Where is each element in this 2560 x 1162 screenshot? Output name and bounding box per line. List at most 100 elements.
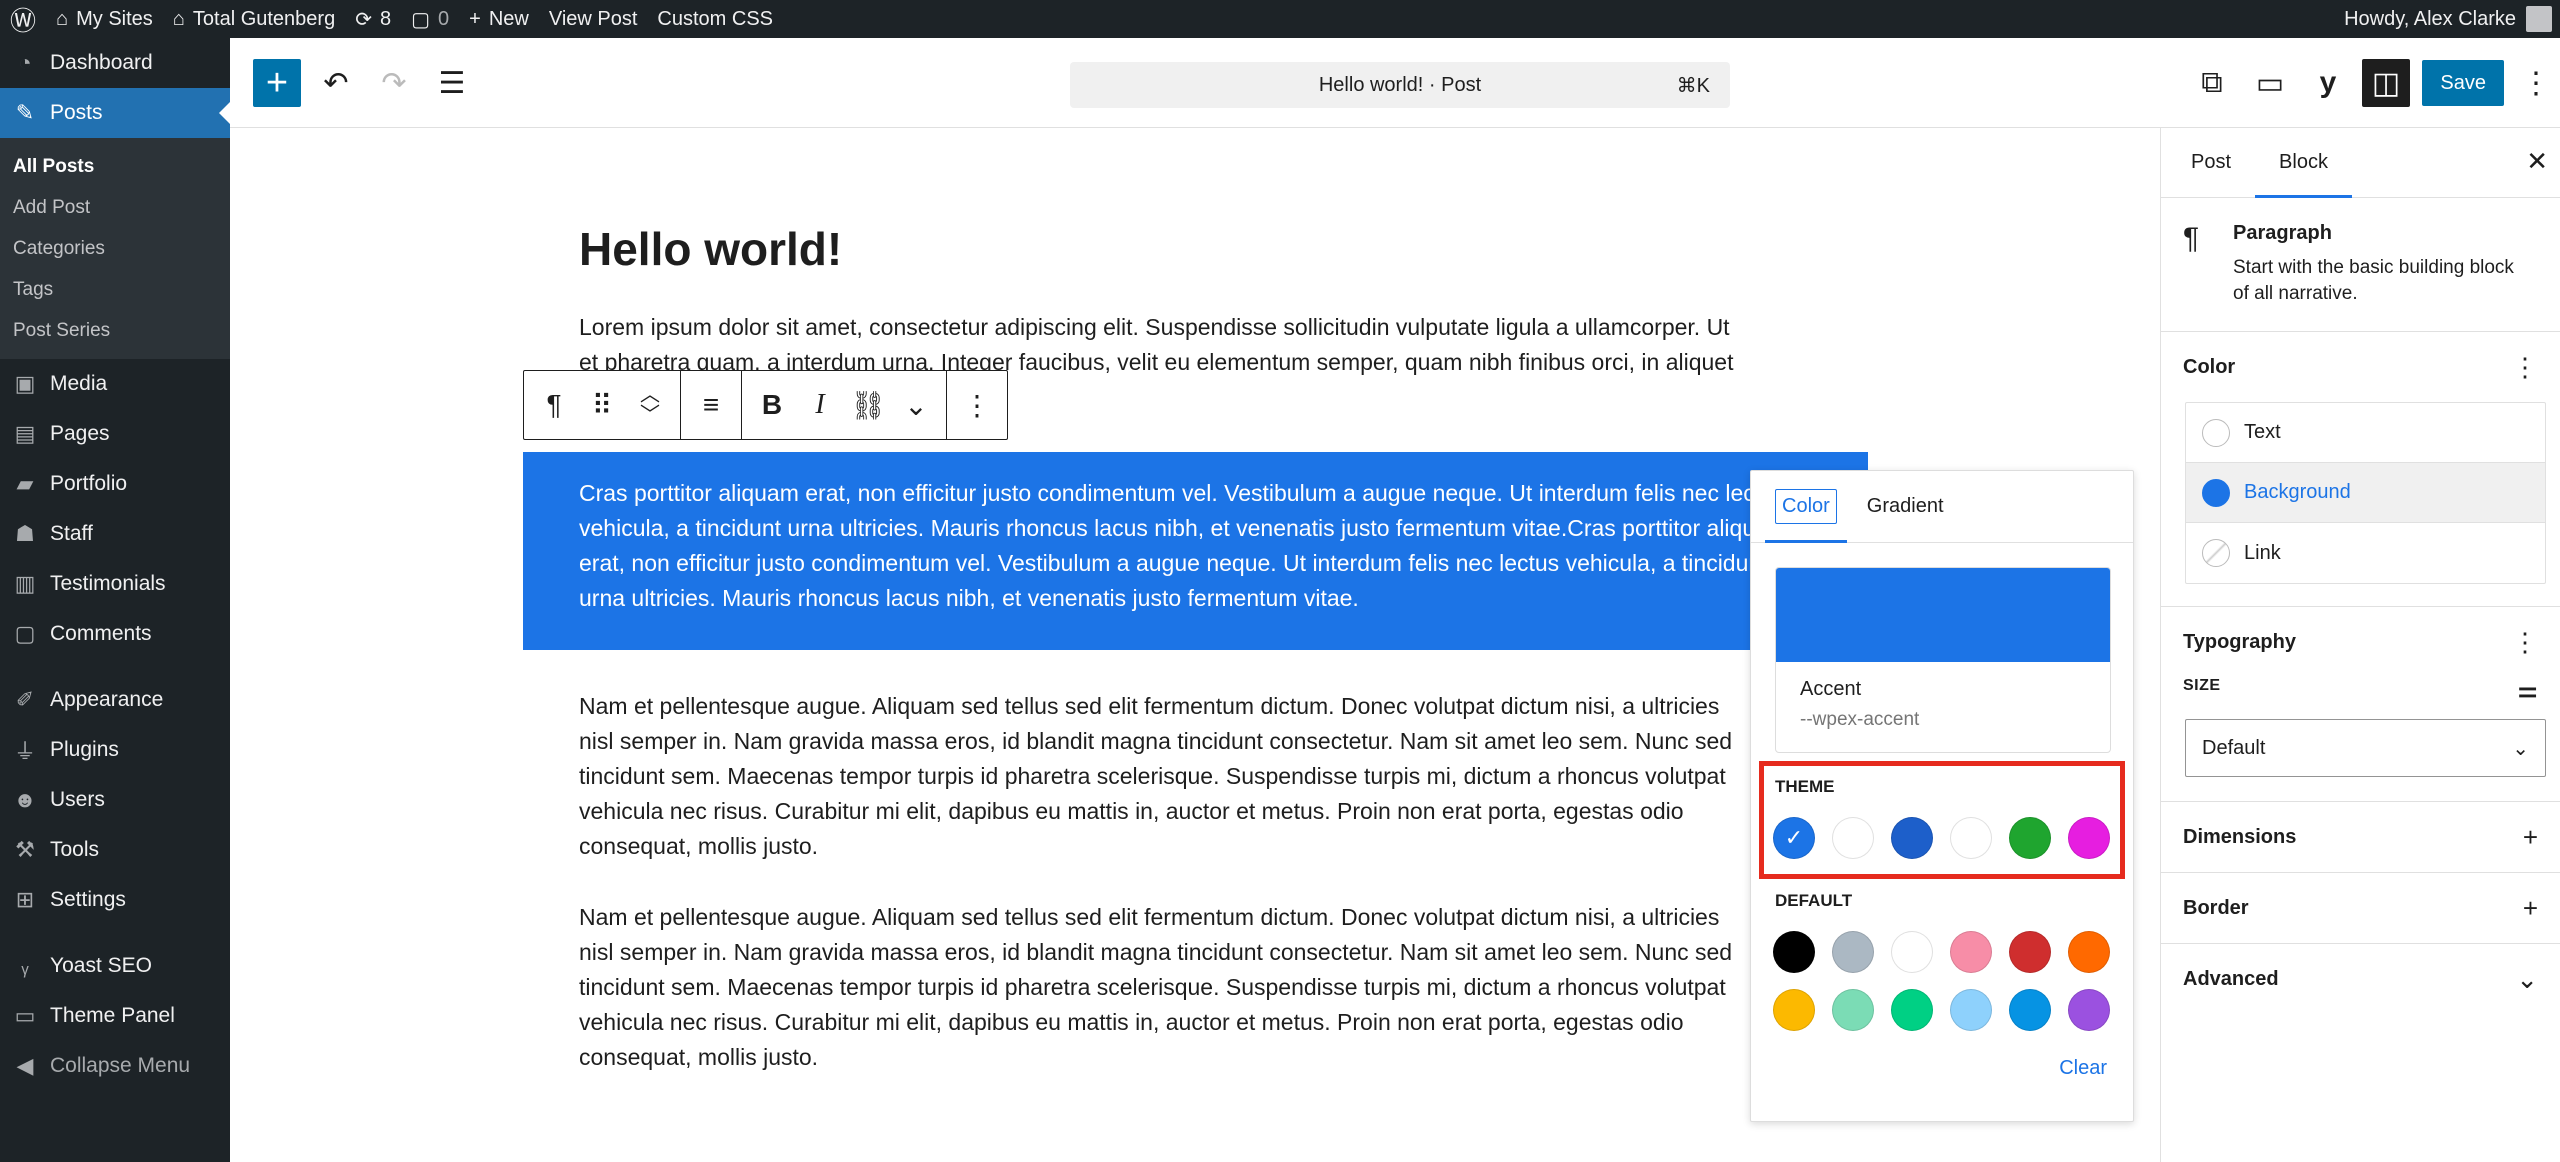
drag-handle[interactable]: ⠿ (578, 375, 626, 435)
pushpin-icon: ✎ (15, 100, 35, 125)
sidebar-item-testimonials[interactable]: ▥ Testimonials (0, 559, 230, 609)
sidebar-item-settings[interactable]: ⊞ Settings (0, 875, 230, 925)
color-swatch[interactable] (2009, 989, 2051, 1031)
sidebar-item-dashboard[interactable]: ◔ Dashboard (0, 38, 230, 88)
settings-toggle-button[interactable]: ◫ (2362, 59, 2410, 107)
block-options-button[interactable]: ⋮ (953, 375, 1001, 435)
submenu-add-post[interactable]: Add Post (0, 187, 230, 228)
dimensions-panel[interactable]: Dimensions + (2161, 802, 2560, 873)
submenu-categories[interactable]: Categories (0, 228, 230, 269)
clear-button[interactable]: Clear (2059, 1057, 2107, 1080)
settings-sliders-icon[interactable]: ⚌ (2518, 677, 2538, 703)
color-link-item[interactable]: Link (2186, 523, 2545, 583)
tab-block[interactable]: Block (2255, 128, 2352, 198)
color-swatch[interactable] (2068, 989, 2110, 1031)
paragraph-transform-button[interactable]: ¶ (530, 375, 578, 435)
sidebar-item-tools[interactable]: ⚒ Tools (0, 825, 230, 875)
theme-panel-icon: ▭ (14, 1003, 36, 1028)
color-swatch[interactable] (1891, 931, 1933, 973)
color-swatch[interactable] (2009, 931, 2051, 973)
sidebar-item-users[interactable]: ☻ Users (0, 775, 230, 825)
sidebar-item-posts[interactable]: ✎ Posts (0, 88, 231, 138)
color-text-item[interactable]: Text (2186, 403, 2545, 463)
account-menu[interactable]: Howdy, Alex Clarke (2344, 0, 2552, 38)
link-button[interactable]: ⛓ (844, 375, 892, 435)
align-button[interactable]: ≡ (687, 375, 735, 435)
custom-css-link[interactable]: Custom CSS (647, 0, 783, 38)
bold-button[interactable]: B (748, 375, 796, 435)
sidebar-item-yoast[interactable]: ᵧ Yoast SEO (0, 941, 230, 991)
sidebar-item-appearance[interactable]: ✐ Appearance (0, 675, 230, 725)
collapse-menu-button[interactable]: ◀ Collapse Menu (0, 1041, 230, 1091)
submenu-all-posts[interactable]: All Posts (0, 146, 230, 187)
howdy-label: Howdy, Alex Clarke (2344, 7, 2516, 30)
post-title[interactable]: Hello world! (579, 222, 842, 276)
paragraph-block[interactable]: Nam et pellentesque augue. Aliquam sed t… (579, 689, 1749, 864)
advanced-panel[interactable]: Advanced ⌄ (2161, 944, 2560, 1014)
paragraph-block[interactable]: Nam et pellentesque augue. Aliquam sed t… (579, 900, 1749, 1075)
paragraph-text[interactable]: Cras porttitor aliquam erat, non efficit… (579, 476, 1819, 616)
color-indicator (2202, 418, 2230, 447)
tab-gradient[interactable]: Gradient (1857, 471, 1954, 542)
yoast-icon: ᵧ (21, 953, 29, 978)
admin-sidebar: ◔ Dashboard ✎ Posts All Posts Add Post Cat… (0, 38, 231, 1162)
tab-color[interactable]: Color (1765, 471, 1847, 543)
yoast-button[interactable]: y (2304, 59, 2352, 107)
options-button[interactable]: ⋮ (2512, 59, 2560, 107)
selected-paragraph-block[interactable]: Cras porttitor aliquam erat, non efficit… (523, 452, 1868, 650)
add-block-button[interactable]: + (253, 59, 301, 107)
wordpress-logo-icon[interactable]: Ⓦ (0, 0, 46, 38)
color-background-item[interactable]: Background (2186, 463, 2545, 523)
testimonials-icon: ▥ (14, 571, 36, 596)
more-formats-button[interactable]: ⌄ (892, 375, 940, 435)
color-swatch[interactable] (1773, 931, 1815, 973)
plus-icon[interactable]: + (2523, 893, 2538, 924)
move-buttons[interactable]: ︿ ﹀ (626, 375, 674, 435)
color-swatch[interactable] (1950, 989, 1992, 1031)
color-swatch[interactable] (1950, 931, 1992, 973)
document-overview-button[interactable]: ☰ (428, 59, 476, 107)
italic-button[interactable]: I (796, 375, 844, 435)
submenu-tags[interactable]: Tags (0, 269, 230, 310)
chevron-down-icon[interactable]: ⌄ (2516, 964, 2538, 995)
block-description: Start with the basic building block of a… (2233, 257, 2514, 304)
sidebar-item-staff[interactable]: ☗ Staff (0, 509, 230, 559)
plus-icon[interactable]: + (2523, 822, 2538, 853)
save-button[interactable]: Save (2422, 60, 2504, 106)
redo-button[interactable]: ↷ (370, 59, 418, 107)
new-content-menu[interactable]: + New (459, 0, 539, 38)
selected-color-preview[interactable]: Accent --wpex-accent (1775, 567, 2111, 753)
preview-button[interactable]: ▭ (2246, 59, 2294, 107)
sidebar-item-media[interactable]: ▣ Media (0, 359, 230, 409)
color-swatch[interactable] (1832, 931, 1874, 973)
list-view-icon: ☰ (438, 66, 466, 100)
submenu-post-series[interactable]: Post Series (0, 310, 230, 351)
sidebar-item-theme-panel[interactable]: ▭ Theme Panel (0, 991, 230, 1041)
sidebar-item-label: Settings (50, 888, 126, 911)
sidebar-item-portfolio[interactable]: ▰ Portfolio (0, 459, 230, 509)
color-swatch[interactable] (1773, 989, 1815, 1031)
color-swatch[interactable] (1832, 989, 1874, 1031)
color-swatch[interactable] (2068, 931, 2110, 973)
sidebar-item-plugins[interactable]: ⏚ Plugins (0, 725, 230, 775)
more-vertical-icon[interactable]: ⋮ (2512, 352, 2538, 383)
sidebar-item-pages[interactable]: ▤ Pages (0, 409, 230, 459)
more-vertical-icon[interactable]: ⋮ (2512, 627, 2538, 658)
command-palette-bar[interactable]: Hello world! · Post ⌘K (1070, 62, 1730, 108)
sidebar-item-comments[interactable]: ▢ Comments (0, 609, 230, 659)
close-settings-button[interactable]: ✕ (2526, 146, 2548, 177)
tab-post[interactable]: Post (2167, 128, 2255, 197)
advanced-panel-title: Advanced (2183, 967, 2279, 990)
view-post-link[interactable]: View Post (539, 0, 648, 38)
my-sites-menu[interactable]: ⌂ My Sites (46, 0, 163, 38)
media-icon: ▣ (14, 371, 36, 396)
undo-button[interactable]: ↶ (312, 59, 360, 107)
color-swatch[interactable] (1891, 989, 1933, 1031)
font-size-select[interactable]: Default ⌄ (2185, 719, 2546, 777)
view-post-button[interactable]: ⧉ (2188, 59, 2236, 107)
updates-menu[interactable]: ⟳ 8 (345, 0, 401, 38)
site-name-menu[interactable]: ⌂ Total Gutenberg (163, 0, 345, 38)
comments-menu[interactable]: ▢ 0 (401, 0, 459, 38)
border-panel[interactable]: Border + (2161, 873, 2560, 944)
color-picker-popover: Color Gradient Accent --wpex-accent THEM… (1750, 470, 2134, 1122)
